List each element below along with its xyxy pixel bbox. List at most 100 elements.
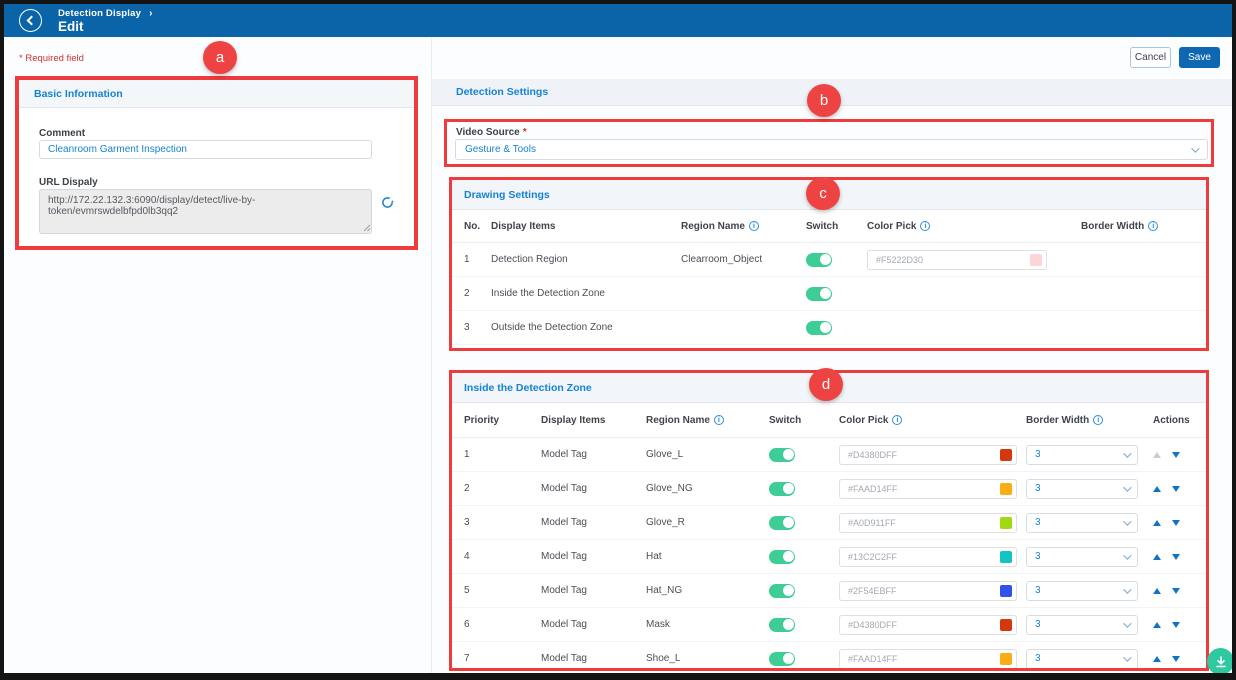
switch-toggle[interactable] bbox=[806, 287, 832, 301]
basic-information-card: Basic Information Comment URL Dispaly ht… bbox=[19, 80, 414, 246]
switch-toggle[interactable] bbox=[769, 584, 795, 598]
col-border-width: Border Width bbox=[1026, 415, 1153, 426]
move-down-button[interactable] bbox=[1172, 656, 1180, 662]
switch-toggle[interactable] bbox=[769, 448, 795, 462]
border-width-select[interactable]: 3 bbox=[1026, 615, 1138, 635]
switch-toggle[interactable] bbox=[769, 482, 795, 496]
color-pick-input[interactable]: #2F54EBFF bbox=[839, 581, 1017, 601]
col-region-name: Region Name bbox=[646, 415, 769, 426]
col-no: No. bbox=[464, 221, 491, 232]
color-swatch bbox=[1000, 551, 1012, 563]
table-row: 5Model TagHat_NG#2F54EBFF3 bbox=[452, 574, 1206, 608]
cancel-button[interactable]: Cancel bbox=[1130, 47, 1171, 68]
color-hex-value: #A0D911FF bbox=[848, 518, 896, 528]
info-icon[interactable] bbox=[1093, 415, 1103, 425]
save-button[interactable]: Save bbox=[1179, 47, 1220, 68]
color-swatch bbox=[1000, 449, 1012, 461]
cell-border-width: 3 bbox=[1026, 649, 1153, 669]
color-pick-input[interactable]: #FAAD14FF bbox=[839, 649, 1017, 669]
cell-region-name: Mask bbox=[646, 619, 769, 630]
toggle-knob-icon bbox=[783, 585, 794, 596]
video-source-select[interactable]: Gesture & Tools bbox=[455, 139, 1208, 160]
chevron-down-icon bbox=[1123, 449, 1131, 457]
color-pick-input[interactable]: #FAAD14FF bbox=[839, 479, 1017, 499]
cell-switch bbox=[806, 321, 867, 335]
table-row: 1Detection RegionClearroom_Object#F5222D… bbox=[452, 243, 1206, 277]
comment-input[interactable] bbox=[39, 140, 372, 159]
move-up-button[interactable] bbox=[1153, 554, 1161, 560]
move-up-button[interactable] bbox=[1153, 520, 1161, 526]
move-down-button[interactable] bbox=[1172, 520, 1180, 526]
color-hex-value: #D4380DFF bbox=[848, 620, 897, 630]
col-actions: Actions bbox=[1153, 415, 1206, 426]
move-down-button[interactable] bbox=[1172, 486, 1180, 492]
refresh-icon[interactable] bbox=[381, 196, 394, 209]
resize-handle-icon[interactable] bbox=[363, 224, 371, 232]
color-swatch bbox=[1000, 483, 1012, 495]
color-pick-input[interactable]: #D4380DFF bbox=[839, 615, 1017, 635]
border-width-select[interactable]: 3 bbox=[1026, 649, 1138, 669]
move-down-button[interactable] bbox=[1172, 554, 1180, 560]
move-up-button[interactable] bbox=[1153, 588, 1161, 594]
toggle-knob-icon bbox=[820, 322, 831, 333]
info-icon[interactable] bbox=[920, 221, 930, 231]
color-pick-input[interactable]: #F5222D30 bbox=[867, 250, 1047, 270]
border-width-select[interactable]: 3 bbox=[1026, 581, 1138, 601]
color-swatch bbox=[1000, 585, 1012, 597]
move-down-button[interactable] bbox=[1172, 452, 1180, 458]
chevron-down-icon bbox=[1123, 517, 1131, 525]
color-pick-input[interactable]: #13C2C2FF bbox=[839, 547, 1017, 567]
info-icon[interactable] bbox=[714, 415, 724, 425]
color-swatch bbox=[1000, 653, 1012, 665]
table-row: 6Model TagMask#D4380DFF3 bbox=[452, 608, 1206, 642]
toggle-knob-icon bbox=[783, 483, 794, 494]
switch-toggle[interactable] bbox=[769, 516, 795, 530]
move-up-button[interactable] bbox=[1153, 656, 1161, 662]
move-up-button[interactable] bbox=[1153, 452, 1161, 458]
border-width-select[interactable]: 3 bbox=[1026, 479, 1138, 499]
cell-color-pick: #FAAD14FF bbox=[839, 649, 1026, 669]
cell-color-pick: #FAAD14FF bbox=[839, 479, 1026, 499]
col-color-pick: Color Pick bbox=[867, 221, 1081, 232]
chevron-down-icon bbox=[1123, 653, 1131, 661]
switch-toggle[interactable] bbox=[806, 253, 832, 267]
breadcrumb[interactable]: Detection Display › bbox=[58, 8, 153, 19]
table-row: 7Model TagShoe_L#FAAD14FF3 bbox=[452, 642, 1206, 668]
breadcrumb-label[interactable]: Detection Display bbox=[58, 8, 141, 19]
info-icon[interactable] bbox=[749, 221, 759, 231]
table-row: 2Inside the Detection Zone bbox=[452, 277, 1206, 311]
cell-priority: 2 bbox=[464, 483, 541, 494]
drawing-settings-table-body: 1Detection RegionClearroom_Object#F5222D… bbox=[452, 243, 1206, 345]
url-display-textarea[interactable]: http://172.22.132.3:6090/display/detect/… bbox=[39, 189, 372, 234]
page-title: Edit bbox=[58, 19, 84, 34]
color-pick-input[interactable]: #A0D911FF bbox=[839, 513, 1017, 533]
switch-toggle[interactable] bbox=[806, 321, 832, 335]
table-row: 3Outside the Detection Zone bbox=[452, 311, 1206, 345]
cell-no: 2 bbox=[464, 288, 491, 299]
cell-actions bbox=[1153, 520, 1206, 526]
switch-toggle[interactable] bbox=[769, 652, 795, 666]
border-width-select[interactable]: 3 bbox=[1026, 547, 1138, 567]
chevron-down-icon bbox=[1123, 619, 1131, 627]
switch-toggle[interactable] bbox=[769, 550, 795, 564]
border-width-select[interactable]: 3 bbox=[1026, 445, 1138, 465]
move-down-button[interactable] bbox=[1172, 622, 1180, 628]
breadcrumb-separator-icon: › bbox=[149, 8, 153, 19]
color-pick-input[interactable]: #D4380DFF bbox=[839, 445, 1017, 465]
back-button[interactable] bbox=[19, 9, 42, 32]
cell-border-width: 3 bbox=[1026, 615, 1153, 635]
drawing-settings-table-header: No. Display Items Region Name Switch Col… bbox=[452, 210, 1206, 243]
cell-region-name: Clearroom_Object bbox=[681, 254, 806, 265]
info-icon[interactable] bbox=[1148, 221, 1158, 231]
screenshot-frame: Detection Display› Edit * Required field… bbox=[0, 0, 1236, 680]
border-width-select[interactable]: 3 bbox=[1026, 513, 1138, 533]
download-fab-button[interactable] bbox=[1207, 648, 1232, 673]
move-down-button[interactable] bbox=[1172, 588, 1180, 594]
move-up-button[interactable] bbox=[1153, 486, 1161, 492]
cell-color-pick: #D4380DFF bbox=[839, 615, 1026, 635]
info-icon[interactable] bbox=[892, 415, 902, 425]
move-up-button[interactable] bbox=[1153, 622, 1161, 628]
cell-actions bbox=[1153, 486, 1206, 492]
cell-priority: 1 bbox=[464, 449, 541, 460]
switch-toggle[interactable] bbox=[769, 618, 795, 632]
